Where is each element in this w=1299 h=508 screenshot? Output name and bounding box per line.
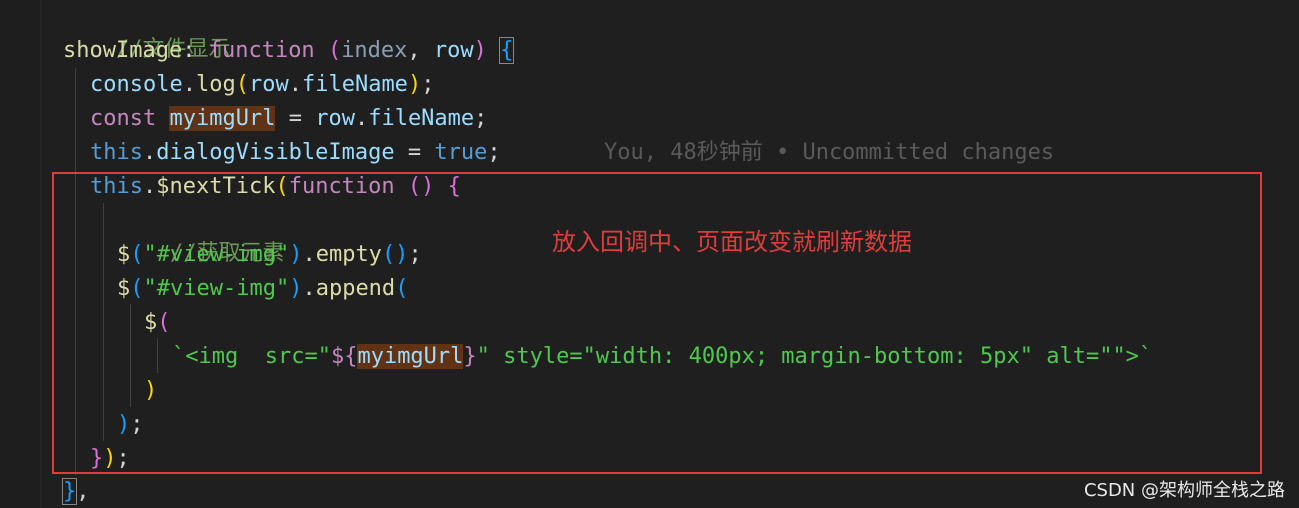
param-index: index xyxy=(341,38,408,63)
code-line-3[interactable]: console.log(row.fileName); xyxy=(90,68,434,101)
code-line-2[interactable]: showImage: function (index, row) { xyxy=(63,34,515,67)
keyword-function: function xyxy=(208,38,315,63)
keyword-this: this xyxy=(90,140,143,165)
paren-open: ( xyxy=(327,38,342,63)
brace-close-matched: } xyxy=(61,478,78,505)
equals-token: = xyxy=(275,106,316,131)
property-dialogvisibleimage: dialogVisibleImage xyxy=(156,140,395,165)
dot-token: . xyxy=(288,72,302,97)
identifier-myimgurl-highlighted: myimgUrl xyxy=(169,106,276,131)
paren-close: ) xyxy=(407,72,422,97)
annotation-highlight-box xyxy=(52,172,1262,474)
annotation-text: 放入回调中、页面改变就刷新数据 xyxy=(552,228,912,256)
identifier-row: row xyxy=(315,106,355,131)
param-row: row xyxy=(433,38,474,63)
comma-token: , xyxy=(407,38,434,63)
dot-token: . xyxy=(182,72,196,97)
method-log: log xyxy=(195,72,236,97)
equals-token: = xyxy=(394,140,435,165)
keyword-const: const xyxy=(90,106,157,131)
code-line-1[interactable]: //文件显示 xyxy=(63,0,231,62)
property-filename: fileName xyxy=(368,106,475,131)
literal-true: true xyxy=(434,140,488,165)
code-line-15[interactable]: }, xyxy=(61,475,90,508)
semicolon-token: ; xyxy=(474,106,488,131)
code-line-4[interactable]: const myimgUrl = row.fileName; xyxy=(90,102,487,135)
git-blame-annotation: You, 48秒钟前 • Uncommitted changes xyxy=(604,140,1055,165)
method-name: showImage xyxy=(63,38,183,63)
dot-token: . xyxy=(142,140,157,165)
identifier-console: console xyxy=(90,72,183,97)
semicolon-token: ; xyxy=(487,140,501,165)
colon-token: : xyxy=(182,38,209,63)
comma-token: , xyxy=(76,479,90,504)
paren-open: ( xyxy=(235,72,249,97)
paren-close: ) xyxy=(473,38,487,63)
identifier-row: row xyxy=(248,72,289,97)
semicolon-token: ; xyxy=(421,72,435,97)
property-filename: fileName xyxy=(301,72,408,97)
csdn-watermark: CSDN @架构师全栈之路 xyxy=(1083,480,1285,501)
code-line-5[interactable]: this.dialogVisibleImage = true; xyxy=(90,136,501,169)
dot-token: . xyxy=(354,106,369,131)
brace-open-matched: { xyxy=(499,37,515,64)
